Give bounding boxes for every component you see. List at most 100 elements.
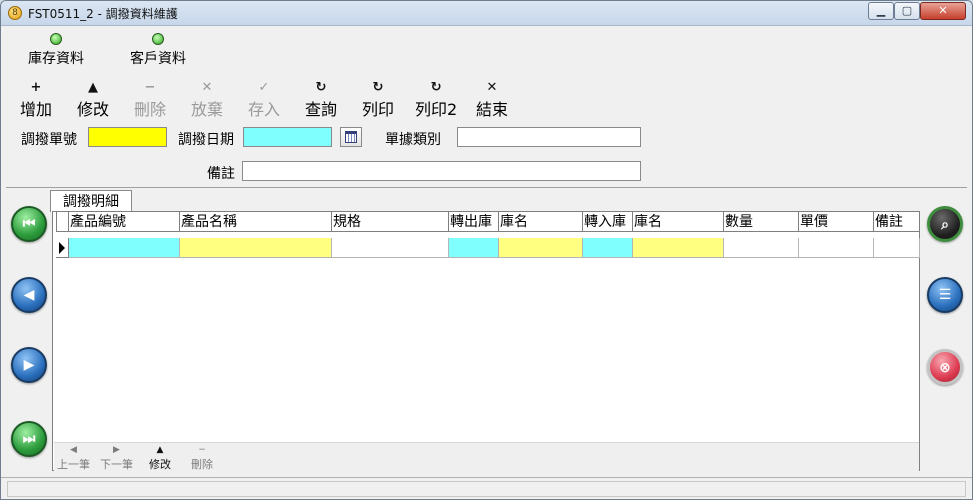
- remark-input[interactable]: [242, 161, 641, 181]
- minimize-button[interactable]: ▁: [868, 2, 894, 20]
- col-header-unit-price[interactable]: 單價: [799, 212, 874, 232]
- col-header-remark[interactable]: 備註: [874, 212, 920, 232]
- transfer-date-input[interactable]: [243, 127, 332, 147]
- col-header-product-no[interactable]: 產品編號: [69, 212, 180, 232]
- cell-to-warehouse-name[interactable]: [633, 238, 724, 258]
- remark-label: 備註: [207, 166, 235, 182]
- status-led-icon: [152, 33, 164, 45]
- cell-spec[interactable]: [332, 238, 449, 258]
- list-button[interactable]: ☰: [927, 277, 963, 313]
- cell-product-name[interactable]: [180, 238, 332, 258]
- refresh-icon: ↻: [372, 80, 384, 95]
- exit-button[interactable]: ✕ 結束: [476, 81, 508, 120]
- cell-quantity[interactable]: [724, 238, 799, 258]
- edit-button[interactable]: ▲ 修改: [77, 81, 109, 120]
- maximize-button[interactable]: ▢: [894, 2, 920, 20]
- grid-corner: [56, 212, 69, 232]
- skip-first-icon: ⏮: [22, 216, 36, 232]
- print2-button[interactable]: ↻ 列印2: [415, 81, 457, 120]
- cell-to-warehouse[interactable]: [583, 238, 633, 258]
- add-label: 增加: [20, 100, 53, 119]
- next-record-label: 下一筆: [100, 458, 133, 471]
- row-indicator-icon[interactable]: [56, 238, 69, 258]
- check-icon: ✓: [258, 80, 270, 95]
- grid-edit-button[interactable]: ▲ 修改: [149, 445, 171, 472]
- maximize-icon: ▢: [901, 4, 913, 17]
- prev-record-button[interactable]: ◀ 上一筆: [57, 445, 90, 472]
- plus-icon: +: [30, 80, 42, 95]
- next-record-nav-button[interactable]: ▶: [11, 347, 47, 383]
- col-header-from-warehouse-name[interactable]: 庫名: [499, 212, 583, 232]
- grid-footer: ◀ 上一筆 ▶ 下一筆 ▲ 修改 − 刪除: [54, 442, 919, 471]
- print2-label: 列印2: [415, 100, 458, 119]
- x-icon: ✕: [201, 80, 213, 95]
- delete-label: 刪除: [134, 100, 167, 119]
- col-header-from-warehouse[interactable]: 轉出庫: [449, 212, 499, 232]
- doc-type-input[interactable]: [457, 127, 641, 147]
- cancel-button[interactable]: ⊗: [927, 349, 963, 385]
- doc-type-label: 單據類別: [385, 132, 441, 148]
- cancel-icon: ⊗: [939, 360, 951, 376]
- discard-label: 放棄: [191, 100, 224, 119]
- col-header-product-name[interactable]: 產品名稱: [180, 212, 332, 232]
- triangle-right-icon: ▶: [113, 445, 120, 455]
- x-icon: ✕: [486, 80, 498, 95]
- next-record-button[interactable]: ▶ 下一筆: [100, 445, 133, 472]
- exit-label: 結束: [476, 100, 509, 119]
- search-button[interactable]: ⌕: [927, 206, 963, 242]
- detail-grid: 產品編號 產品名稱 規格 轉出庫 庫名 轉入庫 庫名 數量 單價 備註 ◀ 上一…: [52, 211, 920, 471]
- title-bar: 8 FST0511_2 - 調撥資料維護 ▁ ▢ ✕: [1, 1, 972, 26]
- minus-icon: −: [144, 80, 156, 95]
- refresh-icon: ↻: [315, 80, 327, 95]
- transfer-no-input[interactable]: [88, 127, 167, 147]
- print-label: 列印: [362, 100, 395, 119]
- col-header-spec[interactable]: 規格: [332, 212, 449, 232]
- col-header-to-warehouse[interactable]: 轉入庫: [583, 212, 633, 232]
- add-button[interactable]: + 增加: [20, 81, 52, 120]
- edit-label: 修改: [77, 100, 110, 119]
- list-icon: ☰: [938, 287, 952, 303]
- save-button[interactable]: ✓ 存入: [248, 81, 280, 120]
- minimize-icon: ▁: [876, 4, 886, 17]
- transfer-no-label: 調撥單號: [21, 132, 77, 148]
- grid-delete-label: 刪除: [191, 458, 213, 471]
- cell-from-warehouse-name[interactable]: [499, 238, 583, 258]
- save-label: 存入: [248, 100, 281, 119]
- triangle-left-icon: ◀: [70, 445, 77, 455]
- print-button[interactable]: ↻ 列印: [362, 81, 394, 120]
- tab-inventory-label: 庫存資料: [28, 51, 84, 67]
- col-header-quantity[interactable]: 數量: [724, 212, 799, 232]
- app-icon: 8: [8, 6, 22, 20]
- col-header-to-warehouse-name[interactable]: 庫名: [633, 212, 724, 232]
- main-window: 8 FST0511_2 - 調撥資料維護 ▁ ▢ ✕ 庫存資料 客戶資料 + 增…: [0, 0, 973, 500]
- search-icon: ⌕: [941, 217, 949, 233]
- tab-customer[interactable]: 客戶資料: [130, 33, 186, 68]
- refresh-icon: ↻: [430, 80, 442, 95]
- cell-from-warehouse[interactable]: [449, 238, 499, 258]
- previous-record-button[interactable]: ◀: [11, 277, 47, 313]
- arrow-right-icon: ▶: [23, 357, 35, 373]
- skip-last-icon: ⏭: [22, 431, 36, 447]
- cell-product-no[interactable]: [69, 238, 180, 258]
- grid-delete-button[interactable]: − 刪除: [191, 445, 213, 472]
- delete-button[interactable]: − 刪除: [134, 81, 166, 120]
- close-button[interactable]: ✕: [920, 2, 966, 20]
- discard-button[interactable]: ✕ 放棄: [191, 81, 223, 120]
- query-button[interactable]: ↻ 查詢: [305, 81, 337, 120]
- last-record-button[interactable]: ⏭: [11, 421, 47, 457]
- tab-inventory[interactable]: 庫存資料: [28, 33, 84, 68]
- prev-record-label: 上一筆: [57, 458, 90, 471]
- transfer-date-label: 調撥日期: [178, 132, 234, 148]
- status-panel: [7, 481, 966, 497]
- status-bar: [1, 477, 972, 499]
- first-record-button[interactable]: ⏮: [11, 206, 47, 242]
- triangle-up-icon: ▲: [88, 80, 98, 95]
- minus-icon: −: [198, 445, 206, 455]
- tab-transfer-detail[interactable]: 調撥明細: [50, 190, 132, 212]
- cell-unit-price[interactable]: [799, 238, 874, 258]
- status-led-icon: [50, 33, 62, 45]
- calendar-button[interactable]: [340, 127, 362, 147]
- cell-remark[interactable]: [874, 238, 920, 258]
- grid-edit-label: 修改: [149, 458, 171, 471]
- close-icon: ✕: [938, 4, 948, 17]
